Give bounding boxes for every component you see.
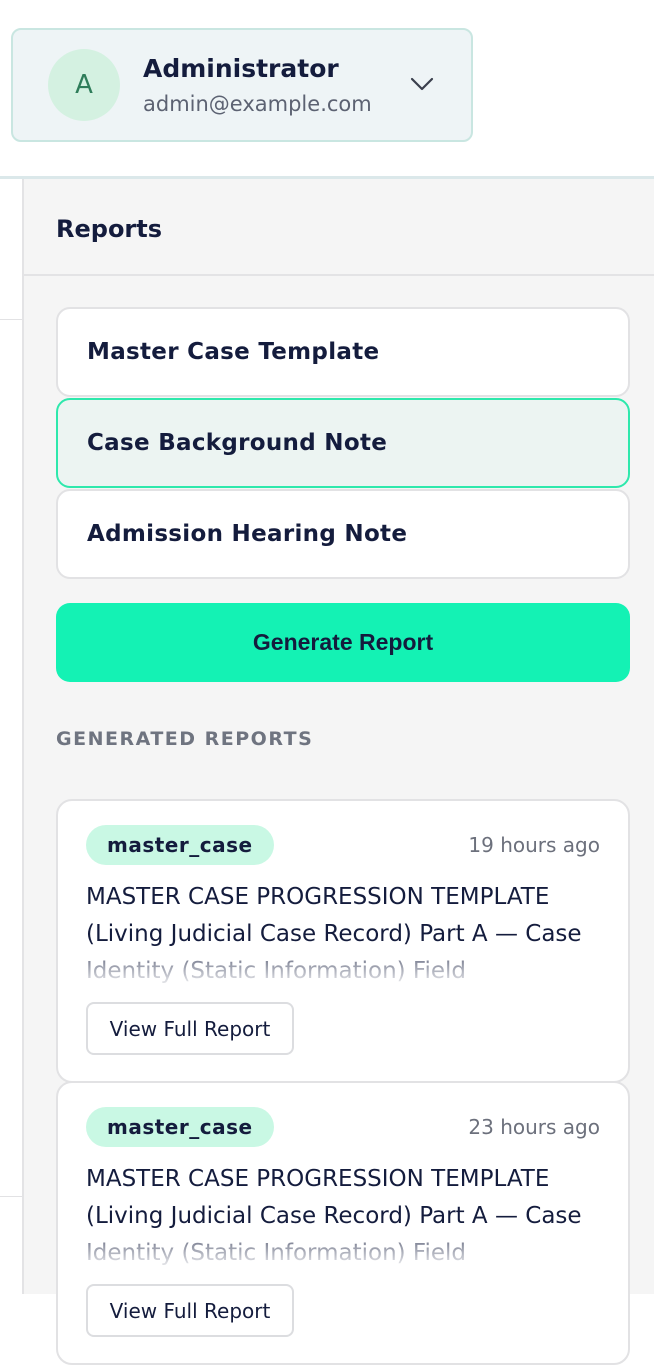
- chevron-down-icon[interactable]: [408, 74, 436, 94]
- panel-header: Reports: [24, 179, 654, 276]
- top-header: A Administrator admin@example.com: [0, 0, 654, 178]
- report-tag-badge: master_case: [86, 1107, 274, 1147]
- avatar: A: [48, 49, 120, 121]
- template-master-case[interactable]: Master Case Template: [56, 307, 630, 397]
- user-menu[interactable]: A Administrator admin@example.com: [11, 28, 473, 142]
- excerpt-fade: [58, 951, 628, 1001]
- report-timestamp: 19 hours ago: [468, 833, 600, 857]
- divider: [0, 1196, 22, 1197]
- panel-title: Reports: [56, 215, 163, 243]
- template-admission-hearing[interactable]: Admission Hearing Note: [56, 489, 630, 579]
- generate-report-button[interactable]: Generate Report: [56, 603, 630, 682]
- section-label: GENERATED REPORTS: [56, 728, 314, 750]
- avatar-initial: A: [75, 70, 93, 100]
- report-card: master_case 19 hours ago MASTER CASE PRO…: [56, 799, 630, 1083]
- report-timestamp: 23 hours ago: [468, 1115, 600, 1139]
- view-full-report-button[interactable]: View Full Report: [86, 1284, 294, 1337]
- template-case-background[interactable]: Case Background Note: [56, 398, 630, 488]
- report-tag-badge: master_case: [86, 825, 274, 865]
- user-email: admin@example.com: [143, 92, 372, 116]
- report-card: master_case 23 hours ago MASTER CASE PRO…: [56, 1081, 630, 1365]
- view-full-report-button[interactable]: View Full Report: [86, 1002, 294, 1055]
- reports-panel: Reports Master Case Template Case Backgr…: [24, 179, 654, 1365]
- template-label: Master Case Template: [87, 339, 380, 365]
- excerpt-fade: [58, 1233, 628, 1283]
- template-label: Case Background Note: [87, 430, 388, 456]
- template-label: Admission Hearing Note: [87, 521, 408, 547]
- main-content-edge: [0, 179, 22, 1294]
- divider: [0, 319, 22, 320]
- user-name: Administrator: [143, 54, 339, 83]
